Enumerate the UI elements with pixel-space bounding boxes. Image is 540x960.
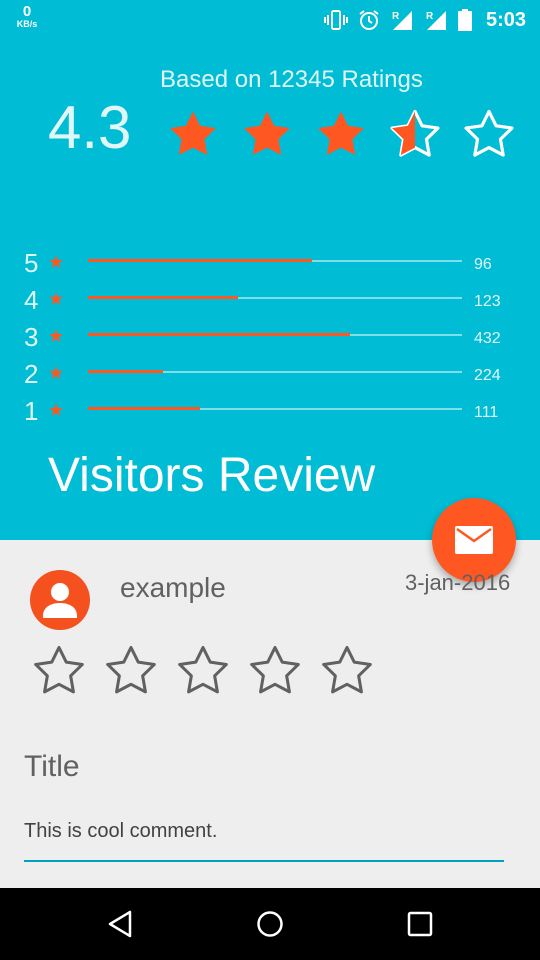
alarm-icon (359, 10, 379, 30)
star-full-icon (170, 111, 216, 156)
clock: 5:03 (485, 8, 526, 31)
average-star-rating (164, 108, 518, 163)
back-triangle-icon (108, 910, 132, 938)
home-circle-icon (257, 911, 283, 937)
distribution-bar-fill (88, 296, 238, 299)
svg-text:R: R (392, 11, 400, 22)
star-small-icon: ★ (48, 363, 65, 383)
distribution-bar-track (88, 407, 462, 410)
back-button[interactable] (100, 904, 140, 944)
star-empty-icon[interactable] (246, 644, 304, 700)
review-username: example (120, 572, 226, 603)
signal-r-icon: R (426, 11, 446, 30)
star-half-icon (390, 109, 440, 157)
distribution-row: 2 ★ 224 (24, 357, 524, 394)
distribution-row: 4 ★ 123 (24, 283, 524, 320)
distribution-count: 432 (474, 330, 501, 347)
distribution-bar-fill (88, 259, 313, 262)
distribution-row: 5 ★ 96 (24, 246, 524, 283)
review-star-rating[interactable] (30, 644, 376, 700)
distribution-row: 3 ★ 432 (24, 320, 524, 357)
distribution-bar-fill (88, 333, 350, 336)
star-full-icon (244, 111, 290, 156)
recents-button[interactable] (400, 904, 440, 944)
review-title-label: Title (24, 750, 80, 783)
person-icon (43, 583, 77, 618)
star-empty-icon[interactable] (30, 644, 88, 700)
ratings-count-caption: Based on 12345 Ratings (160, 66, 423, 93)
average-rating: 4.3 (48, 94, 132, 161)
network-speed-value: 0 (22, 3, 32, 20)
distribution-bar-track (88, 259, 462, 262)
distribution-bar-fill (88, 370, 163, 373)
star-empty-icon (464, 109, 514, 157)
distribution-count: 123 (474, 293, 501, 310)
vibrate-icon (323, 10, 348, 30)
star-small-icon: ★ (48, 289, 65, 309)
distribution-count: 111 (474, 404, 499, 421)
battery-icon (457, 9, 472, 31)
star-empty-icon[interactable] (102, 644, 160, 700)
section-title: Visitors Review (48, 449, 376, 502)
distribution-star-value: 1 (24, 396, 39, 426)
distribution-star-value: 4 (24, 285, 39, 315)
star-empty-icon[interactable] (318, 644, 376, 700)
star-small-icon: ★ (48, 326, 65, 346)
avatar (30, 570, 90, 630)
network-speed-unit: KB/s (16, 19, 38, 29)
review-date: 3-jan-2016 (405, 570, 511, 595)
star-small-icon: ★ (48, 400, 65, 420)
distribution-star-value: 3 (24, 322, 39, 352)
star-full-icon (318, 111, 364, 156)
star-small-icon: ★ (48, 252, 65, 272)
rating-distribution: 5 ★ 96 4 ★ 123 3 ★ 432 2 ★ 224 1 ★ 111 (24, 246, 524, 431)
distribution-count: 224 (474, 367, 501, 384)
svg-text:R: R (426, 11, 434, 22)
distribution-count: 96 (474, 256, 492, 273)
distribution-bar-track (88, 296, 462, 299)
mail-icon (455, 526, 493, 554)
home-button[interactable] (250, 904, 290, 944)
distribution-row: 1 ★ 111 (24, 394, 524, 431)
distribution-bar-track (88, 370, 462, 373)
distribution-bar-fill (88, 407, 201, 410)
recents-square-icon (407, 911, 433, 937)
navigation-bar (0, 888, 540, 960)
star-empty-icon[interactable] (174, 644, 232, 700)
rating-header: 0 KB/s R R 5:03 Based on 12345 Ratings 4… (0, 0, 540, 540)
review-comment-field[interactable] (24, 812, 504, 862)
distribution-star-value: 2 (24, 359, 39, 389)
signal-r-icon: R (392, 11, 412, 30)
distribution-star-value: 5 (24, 248, 39, 278)
status-bar: 0 KB/s R R 5:03 (0, 0, 540, 40)
network-speed: 0 KB/s (12, 4, 42, 29)
distribution-bar-track (88, 333, 462, 336)
status-icons: R R 5:03 (323, 8, 526, 32)
